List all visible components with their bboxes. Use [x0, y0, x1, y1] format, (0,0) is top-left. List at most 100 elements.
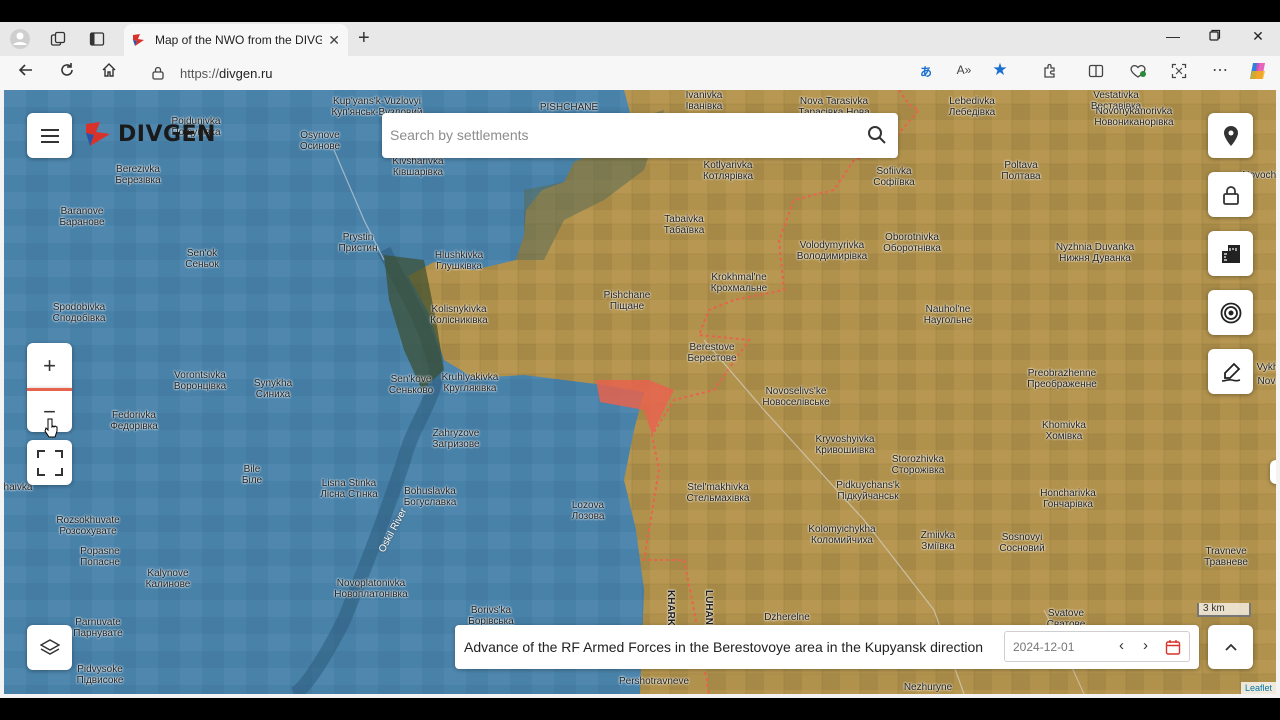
place-name-en: Vykhrn [1256, 362, 1276, 373]
place-name-en: Baranove [60, 206, 104, 217]
more-menu-icon[interactable]: ⋯ [1208, 60, 1232, 80]
place-name-ua: Сподобівка [52, 313, 106, 324]
date-value: 2024-12-01 [1013, 640, 1075, 654]
place-name-en: Kryvoshyivka [815, 434, 875, 445]
profile-icon[interactable] [8, 28, 32, 50]
place-label: Spodobivka Сподобівка [53, 302, 106, 324]
leaflet-attribution[interactable]: Leaflet [1240, 682, 1276, 694]
place-label: Lisna Stinka Лісна Стінка [320, 478, 377, 500]
place-name-en: Zmiivka [920, 530, 956, 541]
close-window-button[interactable]: ✕ [1243, 28, 1273, 45]
place-name-ua: Підвисоке [76, 675, 124, 686]
place-label: Sen'ok Сеньок [185, 248, 218, 270]
url-text[interactable]: https://divgen.ru [180, 66, 273, 81]
side-panel-tab[interactable] [1270, 460, 1276, 484]
place-name-en: Vestativka [1093, 90, 1139, 101]
expand-panel-button[interactable] [1208, 625, 1253, 669]
place-label: Sofiivka Софіївка [873, 166, 914, 188]
place-label: Khomivka Хомівка [1042, 420, 1086, 442]
place-name-ua: Кривошиівка [815, 445, 875, 456]
place-label: Nauhol'ne Наугольне [924, 304, 973, 326]
place-label: Sen'kove Сеньково [389, 374, 433, 396]
place-name-ua: Воронцівка [173, 381, 227, 392]
search-input[interactable] [390, 113, 830, 156]
divgen-logo[interactable]: DIVGEN [84, 120, 216, 148]
location-button[interactable] [1208, 113, 1253, 158]
place-name-ua: Осинове [299, 141, 341, 152]
favorite-star-icon[interactable]: ★ [988, 60, 1012, 80]
place-name-en: Volodymyrivka [799, 240, 865, 251]
place-label: Oborotnivka Оборотнівка [883, 232, 941, 254]
search-box[interactable] [382, 113, 898, 158]
browser-essentials-icon[interactable] [1126, 63, 1150, 82]
place-name-en: Sosnovyi [1001, 532, 1043, 543]
back-button[interactable] [13, 62, 39, 83]
place-name-ua: Хомівка [1045, 431, 1083, 442]
place-name-en: Krokhmal'ne [711, 272, 767, 283]
zoom-in-button[interactable]: + [27, 343, 72, 388]
event-info-bar: Advance of the RF Armed Forces in the Be… [455, 625, 1199, 669]
place-name-en: Borivs'ka [470, 605, 512, 616]
date-picker[interactable]: 2024-12-01 ‹ › [1004, 631, 1190, 662]
search-icon[interactable] [867, 125, 886, 149]
place-name-en: PISHCHANE [539, 102, 599, 113]
place-name-en: Vorontsivka [174, 370, 226, 381]
prev-date-icon[interactable]: ‹ [1119, 637, 1124, 654]
calendar-icon[interactable] [1165, 639, 1181, 660]
layers-button[interactable] [27, 625, 72, 670]
place-name-ua: Круглякiвка [443, 383, 497, 394]
place-name-ua: Сосновий [999, 543, 1045, 554]
tab-actions-icon[interactable] [85, 28, 109, 50]
place-name-ua: Полтава [1001, 171, 1041, 182]
place-name-ua: Новоплатонівка [334, 589, 408, 600]
ruler-button[interactable] [1208, 231, 1253, 276]
hamburger-icon [40, 128, 59, 143]
place-label: Travneve Травневе [1204, 546, 1248, 568]
next-date-icon[interactable]: › [1143, 637, 1148, 654]
place-name-ua: Калинове [145, 579, 191, 590]
map-terrain [4, 90, 1276, 694]
place-label: Kalynove Калинове [146, 568, 191, 590]
split-screen-icon[interactable] [1084, 63, 1108, 82]
restore-button[interactable] [1200, 28, 1230, 44]
place-label: Sosnovyi Сосновий [999, 532, 1044, 554]
place-name-ua: Федорівка [110, 421, 158, 432]
place-name-ua: Нижня Дуванка [1059, 253, 1131, 264]
lock-button[interactable] [1208, 172, 1253, 217]
fullscreen-button[interactable] [27, 440, 72, 485]
place-name-en: Parnuvate [75, 617, 121, 628]
place-name-ua: Новониканорівка [1094, 117, 1174, 128]
menu-button[interactable] [27, 113, 72, 158]
place-name-ua: Преображенне [1027, 379, 1097, 390]
place-label: Rozsokhuvate Розсохувате [56, 515, 119, 537]
place-name-en: Tabaivka [664, 214, 704, 225]
workspaces-icon[interactable] [46, 28, 70, 50]
draw-button[interactable] [1208, 349, 1253, 394]
place-name-ua: Гончарівка [1043, 499, 1093, 510]
translate-icon[interactable]: あ [914, 63, 938, 80]
place-label: Zmiivka Змiївка [921, 530, 955, 552]
extensions-icon[interactable] [1038, 63, 1062, 82]
map-viewport[interactable]: Kup'yans'k-Vuzlovyi Куп'янськ-Вузловий PIS… [4, 90, 1276, 694]
lock-icon[interactable] [152, 66, 164, 80]
active-tab[interactable]: Map of the NWO from the DIVGEN ✕ [124, 24, 348, 56]
place-label: Nyzhnia Duvanka Нижня Дуванка [1056, 242, 1134, 264]
tab-close-icon[interactable]: ✕ [328, 32, 340, 49]
place-name-ua: Новоселівське [762, 397, 830, 408]
screenshot-icon[interactable] [1167, 63, 1191, 82]
new-tab-button[interactable]: + [358, 27, 370, 50]
place-name-en: Spodobivka [52, 302, 106, 313]
place-name-en: Kotlyarivka [703, 160, 753, 171]
minimize-button[interactable]: — [1158, 28, 1188, 44]
target-button[interactable] [1208, 290, 1253, 335]
place-label: Synykha Синиха [254, 378, 292, 400]
place-name-ua: Сеньок [185, 259, 219, 270]
place-name-ua: Загризове [432, 439, 480, 450]
place-name-en: Osynove [300, 130, 340, 141]
place-name-en: Ivanivka [685, 90, 723, 101]
read-aloud-icon[interactable]: A» [952, 63, 976, 77]
refresh-button[interactable] [54, 62, 80, 83]
copilot-icon[interactable] [1246, 60, 1270, 85]
home-button[interactable] [96, 62, 122, 83]
divgen-logo-icon [86, 122, 110, 146]
